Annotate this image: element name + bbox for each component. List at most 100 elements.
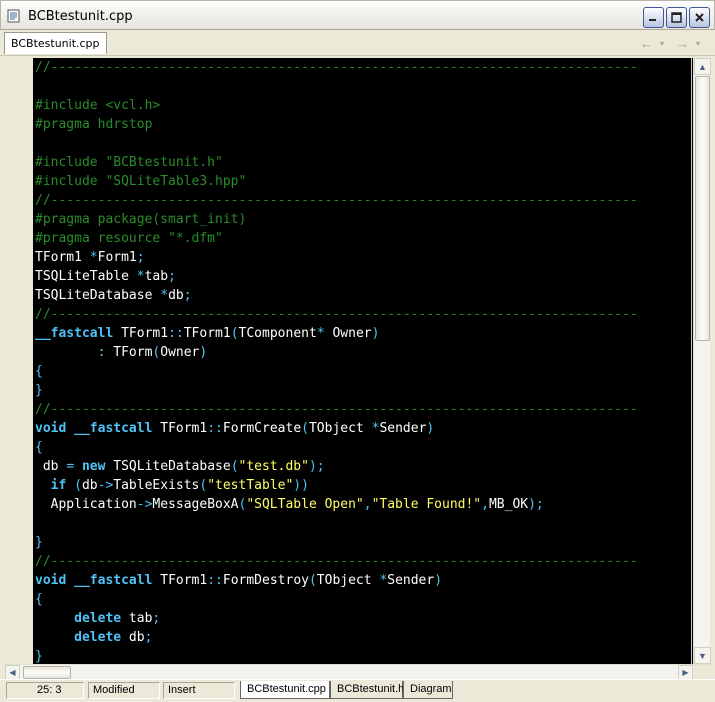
code-token-sym: ;: [136, 250, 145, 265]
code-token-txt: TForm1: [35, 250, 90, 265]
code-token-txt: Application: [35, 497, 137, 512]
insert-mode-indicator: Insert: [163, 682, 235, 699]
title-bar[interactable]: BCBtestunit.cpp: [0, 0, 715, 30]
horizontal-scrollbar[interactable]: ◀ ▶: [5, 664, 710, 680]
chevron-down-icon[interactable]: ▾: [696, 39, 700, 48]
code-line: {: [35, 590, 638, 609]
chevron-left-icon: ◀: [9, 668, 16, 677]
code-token-cmt: //--------------------------------------…: [35, 402, 638, 417]
code-token-sym: *: [89, 250, 98, 265]
maximize-button[interactable]: [666, 7, 687, 28]
code-token-txt: FormCreate: [222, 421, 302, 436]
code-token-sym: )): [293, 478, 309, 493]
code-token-cmt: //--------------------------------------…: [35, 193, 638, 208]
code-token-txt: TForm1: [152, 421, 208, 436]
code-token-sym: }: [35, 383, 43, 398]
code-token-txt: db: [121, 630, 145, 645]
tab-cpp[interactable]: BCBtestunit.cpp: [240, 681, 330, 699]
arrow-left-icon[interactable]: ←: [640, 36, 653, 51]
window-title: BCBtestunit.cpp: [28, 9, 133, 24]
tab-diagram[interactable]: Diagram: [403, 681, 453, 699]
document-icon: [7, 9, 20, 23]
code-token-sym: ->: [136, 497, 153, 512]
code-token-txt: tab: [144, 269, 169, 284]
code-token-txt: Owner: [160, 345, 200, 360]
scroll-left-button[interactable]: ◀: [5, 665, 20, 680]
maximize-icon: [671, 12, 682, 23]
code-line: Application->MessageBoxA("SQLTable Open"…: [35, 495, 638, 514]
code-token-cmt: #pragma resource "*.dfm": [35, 231, 223, 246]
vertical-scrollbar[interactable]: ▲ ▼: [693, 58, 711, 664]
scroll-right-button[interactable]: ▶: [678, 665, 693, 680]
code-token-txt: db: [168, 288, 184, 303]
code-token-sym: ;: [144, 630, 153, 645]
scroll-corner: [693, 665, 710, 680]
close-icon: [695, 13, 704, 22]
code-line: //--------------------------------------…: [35, 191, 638, 210]
code-token-txt: Sender: [379, 421, 427, 436]
code-line: #include "SQLiteTable3.hpp": [35, 172, 638, 191]
code-token-str: "test.db": [238, 459, 309, 474]
code-line: TSQLiteDatabase *db;: [35, 286, 638, 305]
scroll-down-button[interactable]: ▼: [694, 647, 711, 664]
chevron-up-icon: ▲: [698, 61, 707, 72]
code-token-txt: Owner: [324, 326, 372, 341]
code-line: TSQLiteTable *tab;: [35, 267, 638, 286]
code-line: {: [35, 362, 638, 381]
code-line: #include "BCBtestunit.h": [35, 153, 638, 172]
status-bar: 25: 3 Modified Insert BCBtestunit.cpp BC…: [0, 679, 715, 702]
code-token-sym: (: [74, 478, 82, 493]
tab-header[interactable]: BCBtestunit.h: [330, 681, 404, 699]
arrow-right-icon[interactable]: →: [676, 36, 689, 51]
code-token-sym: {: [35, 364, 43, 379]
tab-bcbtestunit-cpp[interactable]: BCBtestunit.cpp: [4, 32, 107, 54]
chevron-right-icon: ▶: [682, 668, 689, 677]
code-token-txt: TObject: [308, 421, 372, 436]
code-line: }: [35, 381, 638, 400]
code-token-txt: TForm1: [152, 573, 208, 588]
code-line: if (db->TableExists("testTable")): [35, 476, 638, 495]
code-line: }: [35, 647, 638, 664]
code-token-txt: tab: [121, 611, 153, 626]
code-token-sym: =: [66, 459, 75, 474]
cursor-position: 25: 3: [6, 682, 84, 699]
code-line: void __fastcall TForm1::FormDestroy(TObj…: [35, 571, 638, 590]
code-line: //--------------------------------------…: [35, 58, 638, 77]
code-token-sym: ::: [207, 573, 223, 588]
code-line: //--------------------------------------…: [35, 400, 638, 419]
code-token-sym: (: [308, 573, 317, 588]
vertical-scroll-thumb[interactable]: [695, 76, 710, 341]
code-token-kw: new: [81, 459, 106, 474]
horizontal-scroll-thumb[interactable]: [23, 666, 71, 679]
code-token-kw: delete: [74, 630, 122, 645]
code-token-cmt: //--------------------------------------…: [35, 554, 638, 569]
close-button[interactable]: [689, 7, 710, 28]
code-token-cmt: #pragma hdrstop: [35, 117, 153, 132]
code-token-sym: ;: [183, 288, 192, 303]
editor-tab-strip: BCBtestunit.cpp ← ▾ → ▾: [0, 30, 715, 56]
code-line: delete tab;: [35, 609, 638, 628]
code-token-txt: TComponent: [238, 326, 317, 341]
code-line: TForm1 *Form1;: [35, 248, 638, 267]
minimize-button[interactable]: [643, 7, 664, 28]
editor-gutter[interactable]: [5, 58, 33, 664]
code-token-kw: delete: [74, 611, 122, 626]
chevron-down-icon[interactable]: ▾: [660, 39, 664, 48]
code-token-sym: ): [371, 326, 380, 341]
code-line: db = new TSQLiteDatabase("test.db");: [35, 457, 638, 476]
code-token-kw: __fastcall: [74, 573, 153, 588]
scroll-up-button[interactable]: ▲: [694, 58, 711, 75]
code-token-kw: void: [35, 573, 67, 588]
code-token-txt: TForm: [105, 345, 153, 360]
code-line: #pragma hdrstop: [35, 115, 638, 134]
right-margin-line: [691, 58, 692, 664]
code-token-txt: Sender: [387, 573, 435, 588]
code-token-cmt: //--------------------------------------…: [35, 307, 638, 322]
code-token-kw: void: [35, 421, 67, 436]
code-editor: //--------------------------------------…: [5, 58, 711, 664]
code-token-sym: (: [230, 326, 239, 341]
code-area[interactable]: //--------------------------------------…: [33, 58, 693, 664]
